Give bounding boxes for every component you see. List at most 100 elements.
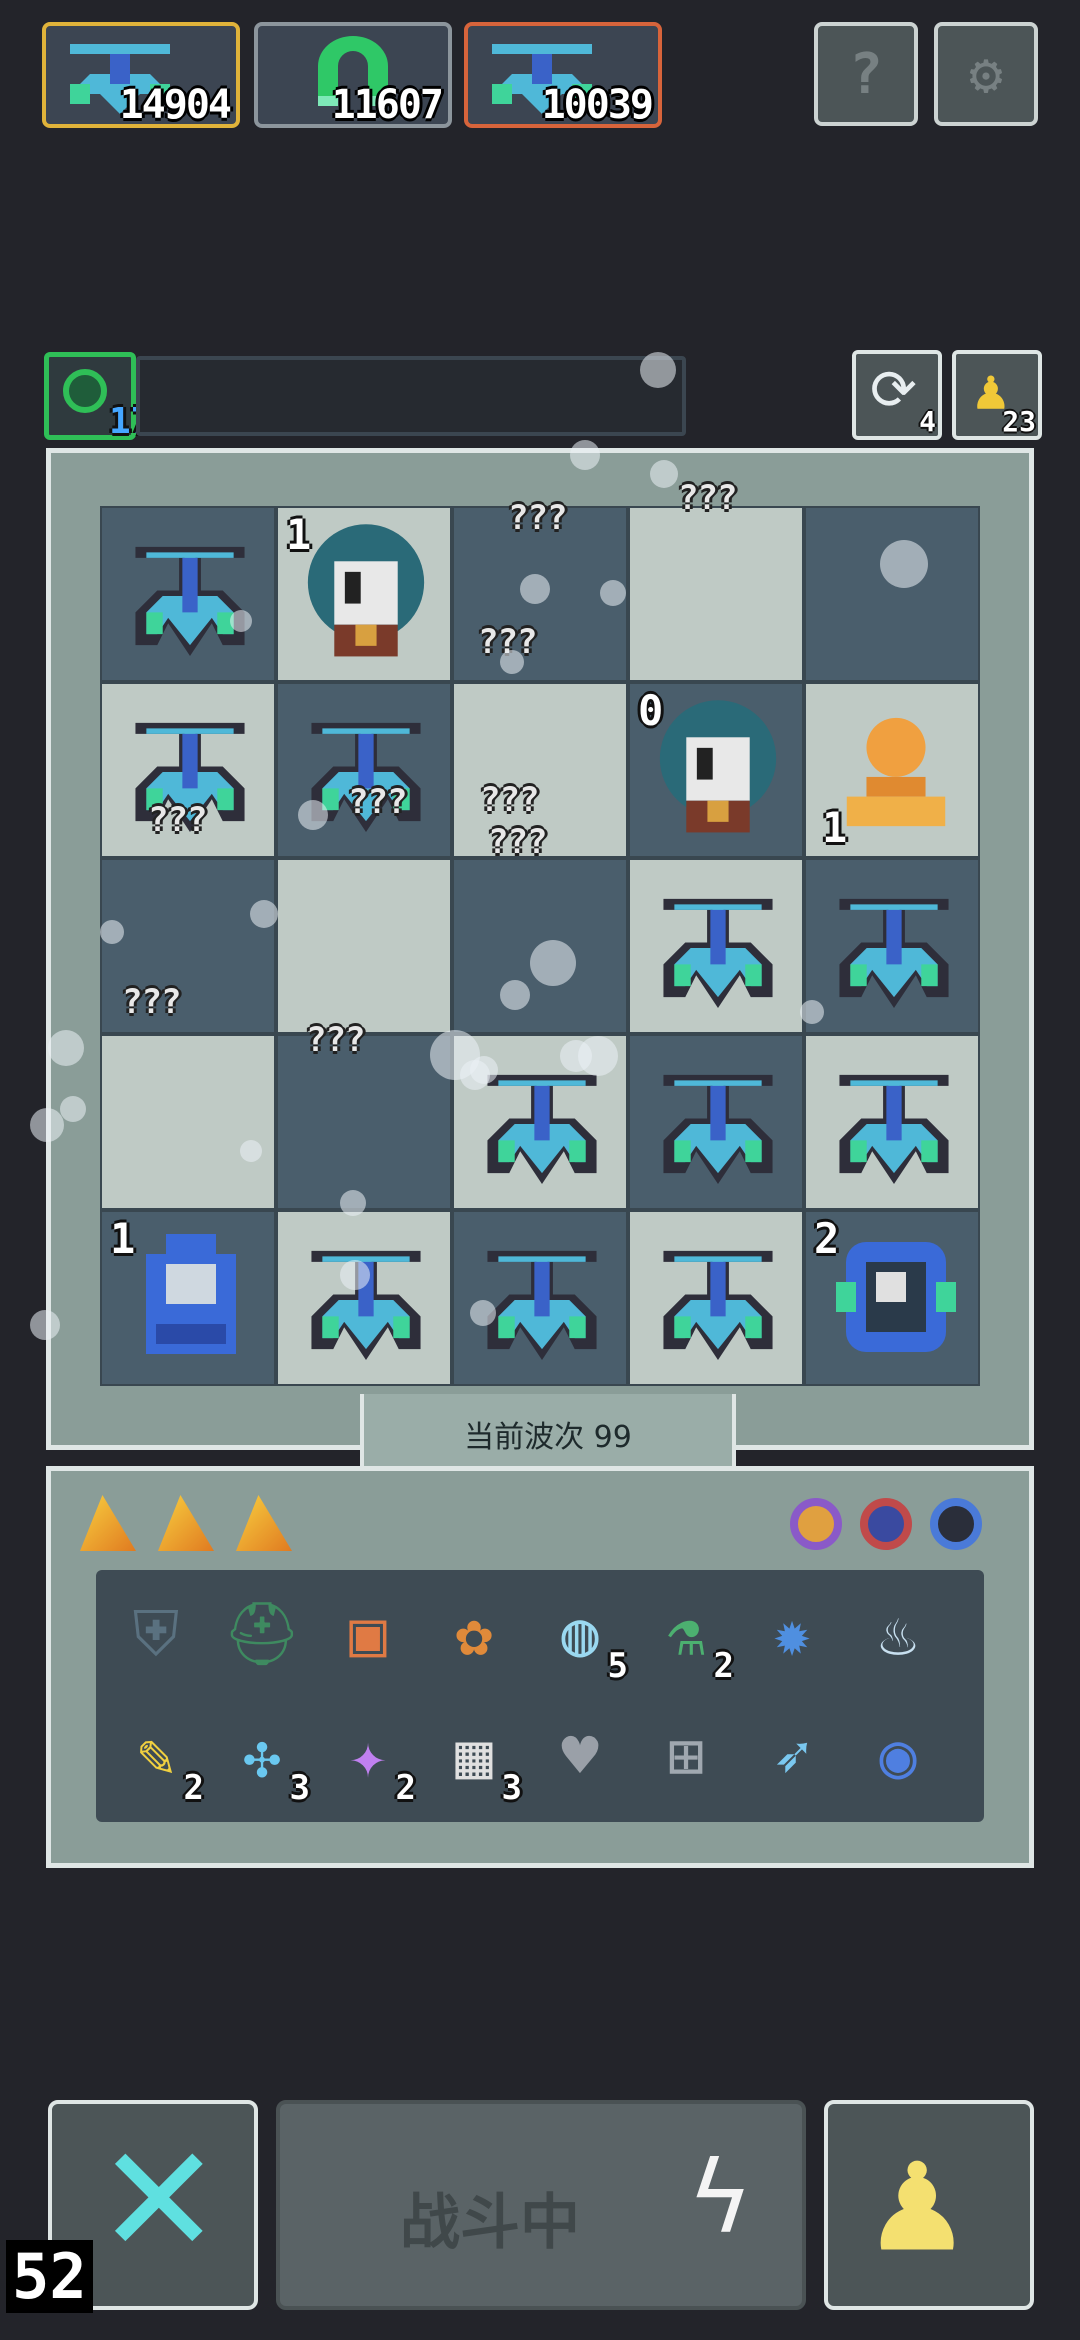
item-count-badge: 2 xyxy=(713,1646,734,1686)
board-cell[interactable] xyxy=(628,1210,804,1386)
unknown-enemy-marker: ??? xyxy=(678,478,737,518)
snow-particle xyxy=(340,1260,370,1290)
snow-particle xyxy=(530,940,576,986)
battle-button[interactable]: 战斗中 ϟ xyxy=(276,2100,806,2310)
alien-ship-icon xyxy=(487,1250,597,1360)
snow-particle xyxy=(650,460,678,488)
board-cell[interactable]: 1 xyxy=(100,1210,276,1386)
board-cell[interactable]: 1 xyxy=(804,682,980,858)
board-cell[interactable] xyxy=(452,1210,628,1386)
unit-level-badge: 2 xyxy=(814,1214,840,1263)
lightning-icon: ϟ xyxy=(690,2139,751,2256)
snow-particle xyxy=(230,610,252,632)
card-deck[interactable] xyxy=(60,1480,300,1566)
ring-red-icon xyxy=(860,1498,912,1550)
radio-icon[interactable]: ⊞ xyxy=(644,1714,728,1798)
unit-level-badge: 1 xyxy=(286,510,312,559)
resource-card-2: 11607 xyxy=(254,22,452,128)
refresh-button[interactable]: ⟳ 4 xyxy=(852,350,942,440)
item-count-badge: 3 xyxy=(289,1768,310,1808)
board-cell[interactable] xyxy=(628,506,804,682)
heart-icon[interactable]: ♥ xyxy=(538,1714,622,1798)
board-cell[interactable]: 0 xyxy=(628,682,804,858)
unknown-enemy-marker: ??? xyxy=(480,780,539,820)
snow-particle xyxy=(578,1036,618,1076)
snow-particle xyxy=(500,980,530,1010)
helmet-icon[interactable]: ⛑ xyxy=(220,1592,304,1676)
board-cell[interactable]: 2 xyxy=(804,1210,980,1386)
snow-particle xyxy=(640,352,676,388)
energy-bar xyxy=(136,356,686,436)
portal-icon xyxy=(836,1242,956,1352)
item-count-badge: 2 xyxy=(183,1768,204,1808)
pawn-icon: ♟ xyxy=(872,2112,963,2286)
board-cell[interactable] xyxy=(276,1034,452,1210)
refresh-icon: ⟳ xyxy=(870,358,917,423)
ring-purple-icon xyxy=(790,1498,842,1550)
pawn-shop-button[interactable]: ♟ xyxy=(824,2100,1034,2310)
planet-icon[interactable]: ◍ 5 xyxy=(538,1592,628,1687)
board-cell[interactable] xyxy=(628,858,804,1034)
sparkle-icon[interactable]: ✦ 2 xyxy=(326,1714,416,1809)
unit-level-badge: 0 xyxy=(638,686,664,735)
item-count-badge: 2 xyxy=(395,1768,416,1808)
snow-particle xyxy=(600,580,626,606)
flask-icon[interactable]: ⚗ 2 xyxy=(644,1592,734,1687)
bird-icon[interactable]: ➶ xyxy=(750,1714,834,1798)
alien-ship-icon xyxy=(311,1250,421,1360)
resource-card-1: 14904 xyxy=(42,22,240,128)
gear-icon[interactable]: ✹ xyxy=(750,1592,834,1676)
unknown-enemy-marker: ??? xyxy=(508,498,567,538)
help-button[interactable]: ? xyxy=(814,22,918,126)
card-icon xyxy=(80,1495,136,1551)
board-cell[interactable]: 1 xyxy=(276,506,452,682)
item-count-badge: 3 xyxy=(501,1768,522,1808)
resource-value: 10039 xyxy=(541,82,654,128)
settings-button[interactable]: ⚙ xyxy=(934,22,1038,126)
snow-particle xyxy=(100,920,124,944)
card-icon xyxy=(158,1495,214,1551)
alien-ship-icon xyxy=(487,1074,597,1184)
snow-particle xyxy=(460,1060,490,1090)
alien-ship-icon xyxy=(135,546,245,656)
butterfly-icon[interactable]: ✿ xyxy=(432,1592,516,1676)
target-icon xyxy=(63,369,107,413)
pawn-counter-button[interactable]: ♟ 23 xyxy=(952,350,1042,440)
help-icon: ? xyxy=(849,41,883,107)
board-cell[interactable] xyxy=(276,1210,452,1386)
board-cell[interactable] xyxy=(100,506,276,682)
board-cell[interactable] xyxy=(804,506,980,682)
shield-icon[interactable]: ⛨ xyxy=(114,1592,198,1676)
chip-icon[interactable]: ▦ 3 xyxy=(432,1714,522,1809)
snow-particle xyxy=(298,800,328,830)
alien-ship-icon xyxy=(663,898,773,1008)
snow-particle xyxy=(250,900,278,928)
board-cell[interactable] xyxy=(100,1034,276,1210)
board-cell[interactable] xyxy=(276,858,452,1034)
potion-icon[interactable]: ♨ xyxy=(856,1592,940,1676)
unknown-enemy-marker: ??? xyxy=(488,822,547,862)
armor-icon[interactable]: ▣ xyxy=(326,1592,410,1676)
resource-card-3: 10039 xyxy=(464,22,662,128)
snow-particle xyxy=(30,1310,60,1340)
snow-particle xyxy=(30,1108,64,1142)
board-cell[interactable] xyxy=(804,858,980,1034)
unit-level-badge: 1 xyxy=(110,1214,136,1263)
snow-particle xyxy=(340,1190,366,1216)
refresh-count: 4 xyxy=(919,405,936,438)
windmill-icon[interactable]: ✣ 3 xyxy=(220,1714,310,1809)
wrench-icon[interactable]: ✎ 2 xyxy=(114,1714,204,1809)
hero-character-icon xyxy=(307,524,425,657)
unknown-enemy-marker: ??? xyxy=(306,1020,365,1060)
hero-character-icon xyxy=(659,700,777,833)
statue-icon xyxy=(846,717,946,827)
snow-particle xyxy=(240,1140,262,1162)
orb-icon[interactable]: ◉ xyxy=(856,1714,940,1798)
unit-level-badge: 1 xyxy=(822,803,848,852)
board-cell[interactable] xyxy=(804,1034,980,1210)
unknown-enemy-marker: ??? xyxy=(348,782,407,822)
alien-ship-icon xyxy=(663,1074,773,1184)
snow-particle xyxy=(800,1000,824,1024)
board-cell[interactable] xyxy=(276,682,452,858)
board-cell[interactable] xyxy=(628,1034,804,1210)
